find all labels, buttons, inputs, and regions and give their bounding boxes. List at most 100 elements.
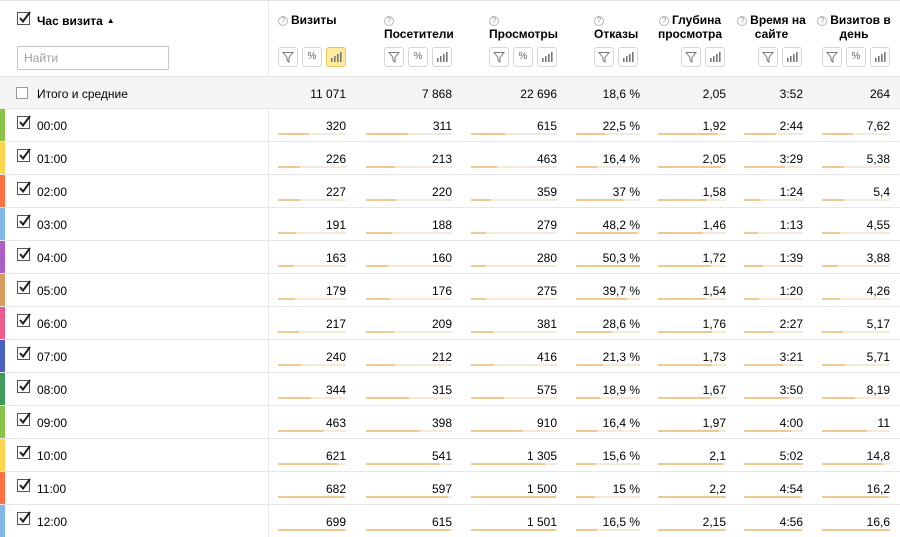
cell-value: 416 — [536, 350, 557, 364]
filter-button[interactable] — [681, 47, 701, 67]
value-bar-track — [278, 430, 346, 432]
bar-chart-button[interactable] — [705, 47, 725, 67]
row-checkbox[interactable] — [17, 181, 31, 195]
value-bar-track — [278, 463, 346, 465]
cell-value: 39,7 % — [602, 284, 640, 298]
help-icon[interactable]: ? — [384, 16, 394, 26]
value-bar-track — [658, 430, 726, 432]
table-row[interactable]: 08:00 344 315 575 18,9 % 1,67 3:50 8,19 — [0, 372, 900, 405]
help-icon[interactable]: ? — [817, 16, 828, 26]
column-header-1[interactable]: ?Посетители% — [362, 1, 462, 77]
row-checkbox[interactable] — [17, 346, 31, 360]
bar-chart-button[interactable] — [326, 47, 346, 67]
table-row[interactable]: 00:00 320 311 615 22,5 % 1,92 2:44 7,62 — [0, 108, 900, 141]
filter-button[interactable] — [594, 47, 614, 67]
filter-button[interactable] — [278, 47, 298, 67]
bar-chart-icon — [710, 52, 721, 62]
bar-chart-icon — [437, 52, 448, 62]
value-bar — [576, 364, 603, 366]
cell-value: 226 — [325, 152, 346, 166]
bar-chart-button[interactable] — [537, 47, 557, 67]
value-bar — [822, 529, 890, 531]
percent-button[interactable]: % — [408, 47, 428, 67]
row-checkbox[interactable] — [17, 511, 31, 525]
value-bar-track — [471, 430, 557, 432]
table-row[interactable]: 03:00 191 188 279 48,2 % 1,46 1:13 4,55 — [0, 207, 900, 240]
column-header-0[interactable]: ? Визиты% — [268, 1, 362, 77]
select-all-checkbox[interactable] — [17, 11, 31, 25]
row-checkbox[interactable] — [17, 280, 31, 294]
cell-value: 615 — [431, 515, 452, 529]
hour-label: 00:00 — [37, 119, 68, 133]
table-row[interactable]: 06:00 217 209 381 28,6 % 1,76 2:27 5,17 — [0, 306, 900, 339]
row-checkbox[interactable] — [17, 115, 31, 129]
value-bar — [366, 364, 395, 366]
column-header-5[interactable]: ? Время на сайте — [735, 1, 812, 77]
value-bar-track — [471, 265, 557, 267]
column-header-4[interactable]: ? Глубина просмотра — [649, 1, 735, 77]
help-icon[interactable]: ? — [658, 16, 669, 26]
dimension-column-title[interactable]: Час визита ▲ — [37, 14, 115, 28]
filter-button[interactable] — [758, 47, 778, 67]
filter-button[interactable] — [489, 47, 509, 67]
help-icon[interactable]: ? — [594, 16, 604, 26]
column-title: Визиты — [291, 13, 337, 27]
value-bar — [822, 463, 883, 465]
column-header-3[interactable]: ?Отказы — [567, 1, 649, 77]
cell-value: 3:21 — [779, 350, 803, 364]
row-checkbox[interactable] — [17, 148, 31, 162]
bar-chart-button[interactable] — [870, 47, 890, 67]
value-bar — [471, 496, 556, 498]
table-row[interactable]: 09:00 463 398 910 16,4 % 1,97 4:00 11 — [0, 405, 900, 438]
help-icon[interactable]: ? — [278, 16, 288, 26]
row-checkbox[interactable] — [17, 214, 31, 228]
cell-value: 16,4 % — [602, 152, 640, 166]
bar-chart-button[interactable] — [618, 47, 638, 67]
value-bar-track — [576, 199, 640, 201]
filter-button[interactable] — [822, 47, 842, 67]
table-row[interactable]: 12:00 699 615 1 501 16,5 % 2,15 4:56 16,6 — [0, 504, 900, 537]
table-row[interactable]: 01:00 226 213 463 16,4 % 2,05 3:29 5,38 — [0, 141, 900, 174]
percent-button[interactable]: % — [302, 47, 322, 67]
row-checkbox[interactable] — [17, 412, 31, 426]
value-bar-track — [366, 397, 452, 399]
row-checkbox[interactable] — [17, 478, 31, 492]
cell-value: 682 — [325, 482, 346, 496]
cell-value: 220 — [431, 185, 452, 199]
percent-button[interactable]: % — [513, 47, 533, 67]
row-checkbox[interactable] — [17, 445, 31, 459]
percent-button[interactable]: % — [846, 47, 866, 67]
filter-icon — [598, 52, 610, 63]
table-row[interactable]: 10:00 621 541 1 305 15,6 % 2,1 5:02 14,8 — [0, 438, 900, 471]
value-bar-track — [658, 529, 726, 531]
cell-value: 4:56 — [779, 515, 803, 529]
bar-chart-button[interactable] — [432, 47, 452, 67]
filter-button[interactable] — [384, 47, 404, 67]
table-row[interactable]: 11:00 682 597 1 500 15 % 2,2 4:54 16,2 — [0, 471, 900, 504]
row-checkbox[interactable] — [17, 313, 31, 327]
sort-ascending-icon[interactable]: ▲ — [107, 16, 115, 25]
value-bar-track — [366, 364, 452, 366]
column-header-2[interactable]: ?Просмотры% — [462, 1, 567, 77]
value-bar — [822, 232, 840, 234]
value-bar — [366, 265, 388, 267]
totals-checkbox[interactable] — [15, 86, 29, 100]
row-checkbox[interactable] — [17, 247, 31, 261]
column-header-6[interactable]: ? Визитов в день% — [812, 1, 900, 77]
value-bar — [744, 232, 758, 234]
row-checkbox[interactable] — [17, 379, 31, 393]
table-row[interactable]: 05:00 179 176 275 39,7 % 1,54 1:20 4,26 — [0, 273, 900, 306]
value-bar-track — [576, 298, 640, 300]
value-bar — [822, 430, 867, 432]
value-bar — [576, 265, 640, 267]
totals-value: 3:52 — [779, 87, 803, 101]
help-icon[interactable]: ? — [489, 16, 499, 26]
table-row[interactable]: 07:00 240 212 416 21,3 % 1,73 3:21 5,71 — [0, 339, 900, 372]
value-bar — [576, 199, 623, 201]
table-row[interactable]: 04:00 163 160 280 50,3 % 1,72 1:39 3,88 — [0, 240, 900, 273]
help-icon[interactable]: ? — [737, 16, 748, 26]
bar-chart-button[interactable] — [782, 47, 802, 67]
value-bar — [744, 166, 785, 168]
search-input[interactable] — [17, 46, 169, 70]
table-row[interactable]: 02:00 227 220 359 37 % 1,58 1:24 5,4 — [0, 174, 900, 207]
